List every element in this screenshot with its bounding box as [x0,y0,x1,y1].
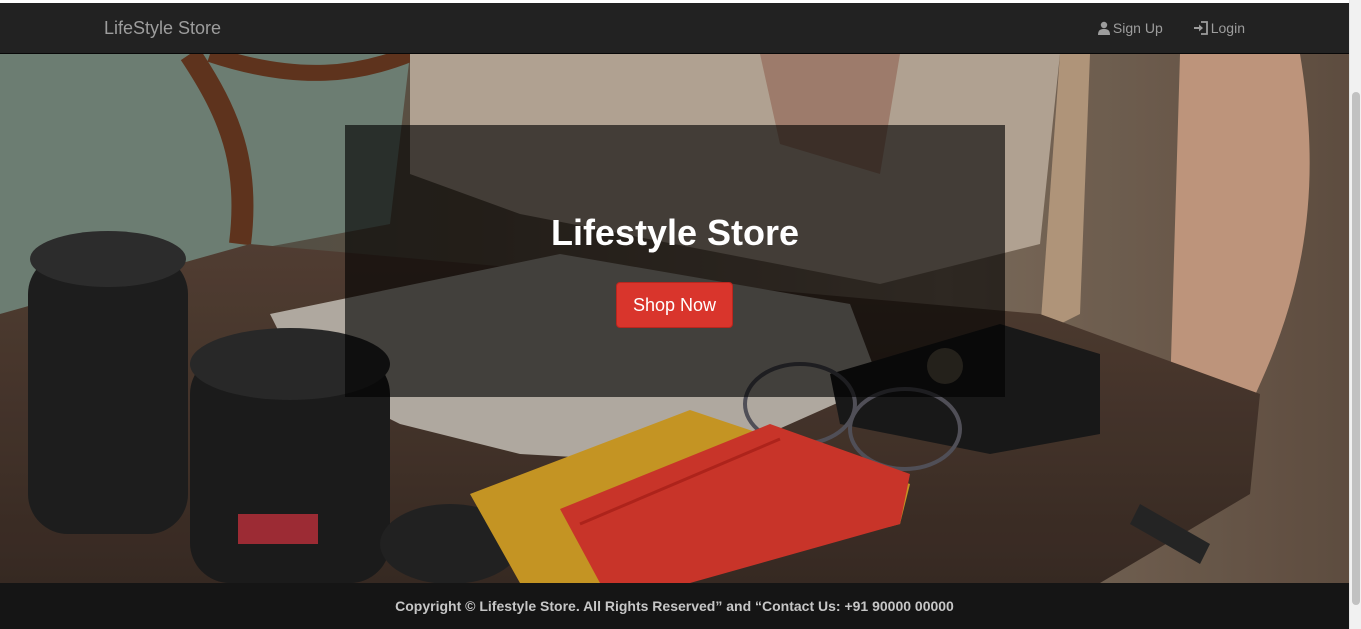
navbar: LifeStyle Store Sign Up Login [0,3,1349,54]
shop-now-button[interactable]: Shop Now [616,282,733,328]
signup-link[interactable]: Sign Up [1097,18,1163,38]
hero-section: Lifestyle Store Shop Now [0,54,1349,583]
hero-banner: Lifestyle Store Shop Now [345,125,1005,397]
login-link[interactable]: Login [1193,18,1245,38]
footer-copyright: Copyright © Lifestyle Store. All Rights … [395,598,954,614]
signup-label: Sign Up [1112,20,1163,36]
hero-title: Lifestyle Store [550,212,800,253]
footer: Copyright © Lifestyle Store. All Rights … [0,583,1349,629]
page-scrollbar[interactable] [1349,0,1361,629]
nav-links: Sign Up Login [1097,18,1245,38]
login-label: Login [1210,20,1245,36]
scrollbar-thumb[interactable] [1352,92,1360,605]
login-icon [1193,21,1209,35]
brand-link[interactable]: LifeStyle Store [104,17,221,39]
user-icon [1097,21,1111,35]
page: LifeStyle Store Sign Up Login Lifestyle … [0,0,1349,629]
